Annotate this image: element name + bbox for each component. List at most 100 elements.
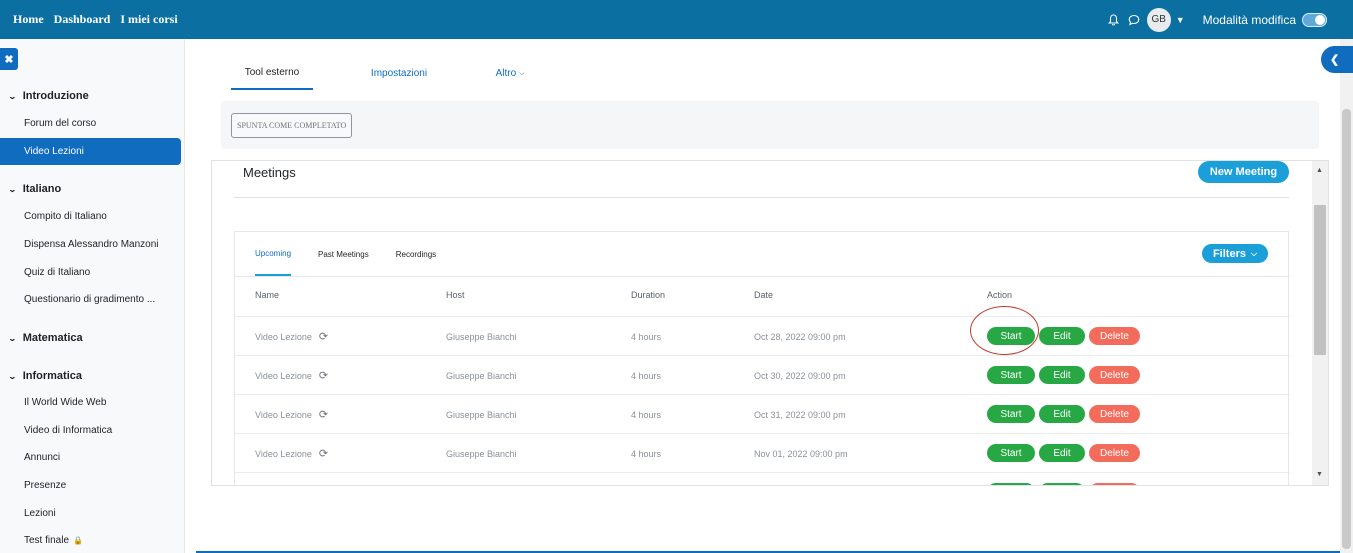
column-header-duration: Duration xyxy=(631,290,666,300)
meeting-host: Giuseppe Bianchi xyxy=(446,370,517,381)
course-index-drawer: ✖ ⌄ Introduzione Forum del corso Video Le… xyxy=(0,39,185,553)
section-title: Italiano xyxy=(22,183,62,195)
activity-completion-bar: SPUNTA COME COMPLETATO xyxy=(221,101,1319,149)
edit-button[interactable]: Edit xyxy=(1039,444,1085,462)
close-icon[interactable]: ✖ xyxy=(0,48,18,70)
sidebar-item-video-informatica[interactable]: Video di Informatica xyxy=(24,425,112,436)
tab-tool-esterno[interactable]: Tool esterno xyxy=(231,57,313,90)
filters-label: Filters xyxy=(1212,247,1246,260)
divider xyxy=(234,197,1289,198)
chevron-down-icon[interactable]: ▼ xyxy=(1176,15,1185,25)
tab-impostazioni[interactable]: Impostazioni xyxy=(313,57,485,90)
tab-upcoming[interactable]: Upcoming xyxy=(255,232,292,276)
section-matematica[interactable]: ⌄ Matematica xyxy=(7,332,83,344)
column-header-date: Date xyxy=(754,290,774,300)
filters-button[interactable]: Filters ⌵ xyxy=(1202,244,1268,263)
start-button[interactable]: Start xyxy=(987,366,1035,384)
edit-button[interactable] xyxy=(1039,483,1085,485)
sidebar-item-lezioni[interactable]: Lezioni xyxy=(24,508,56,519)
activity-tabs: Tool esterno Impostazioni Altro ⌵ xyxy=(231,57,535,90)
meeting-duration: 4 hours xyxy=(631,331,662,342)
sidebar-item-www[interactable]: Il World Wide Web xyxy=(24,397,106,408)
delete-button[interactable]: Delete xyxy=(1089,366,1140,384)
sidebar-item-annunci[interactable]: Annunci xyxy=(24,452,60,463)
meeting-name[interactable]: Video Lezione ⟳ xyxy=(255,317,328,356)
delete-button[interactable]: Delete xyxy=(1089,405,1140,423)
top-navbar: Home Dashboard I miei corsi GB ▼ Modalit… xyxy=(0,0,1353,39)
sidebar-item-label: Test finale xyxy=(24,535,70,546)
scroll-up-icon[interactable]: ▲ xyxy=(1316,167,1323,174)
meeting-name-text: Video Lezione xyxy=(255,409,312,420)
tab-past-meetings[interactable]: Past Meetings xyxy=(318,232,369,276)
meeting-date: Oct 28, 2022 09:00 pm xyxy=(754,331,846,342)
nav-home-link[interactable]: Home xyxy=(13,12,44,27)
scroll-down-icon[interactable]: ▼ xyxy=(1316,471,1323,478)
meeting-name[interactable]: Video Lezione ⟳ xyxy=(255,356,328,395)
sidebar-item-label: Video Lezioni xyxy=(24,146,84,157)
meeting-date: Oct 30, 2022 09:00 pm xyxy=(754,370,846,381)
sidebar-item-compito-italiano[interactable]: Compito di Italiano xyxy=(24,211,107,222)
column-header-action: Action xyxy=(987,290,1013,300)
start-button[interactable] xyxy=(987,483,1035,485)
meeting-host: Giuseppe Bianchi xyxy=(446,448,517,459)
sidebar-item-test-finale[interactable]: Test finale 🔒 xyxy=(24,535,83,546)
meetings-title: Meetings xyxy=(243,165,296,180)
sidebar-item-forum[interactable]: Forum del corso xyxy=(24,118,96,129)
meeting-name-text: Video Lezione xyxy=(255,331,312,342)
start-button[interactable]: Start xyxy=(987,444,1035,462)
sync-icon: ⟳ xyxy=(318,331,329,343)
page-scroll-thumb[interactable] xyxy=(1342,109,1351,549)
meeting-name[interactable]: Video Lezione ⟳ xyxy=(255,395,328,434)
edit-button[interactable]: Edit xyxy=(1039,366,1085,384)
page-scrollbar[interactable] xyxy=(1340,39,1353,553)
main-region: Tool esterno Impostazioni Altro ⌵ SPUNTA … xyxy=(186,39,1353,553)
sidebar-item-presenze[interactable]: Presenze xyxy=(24,480,66,491)
edit-button[interactable]: Edit xyxy=(1039,327,1085,345)
meeting-host: Giuseppe Bianchi xyxy=(446,409,517,420)
nav-dashboard-link[interactable]: Dashboard xyxy=(54,12,111,27)
section-introduzione[interactable]: ⌄ Introduzione xyxy=(7,90,89,102)
meeting-duration: 4 hours xyxy=(631,409,662,420)
delete-button[interactable] xyxy=(1089,483,1140,485)
meetings-scrollbar[interactable]: ▲ ▼ xyxy=(1312,161,1328,485)
avatar[interactable]: GB xyxy=(1146,7,1171,32)
sidebar-item-video-lezioni[interactable]: Video Lezioni xyxy=(0,138,181,165)
meeting-name-text: Video Lezione xyxy=(255,448,312,459)
lock-icon: 🔒 xyxy=(73,536,83,545)
chevron-down-icon: ⌄ xyxy=(7,333,17,343)
bell-icon[interactable] xyxy=(1107,13,1121,27)
table-row: Video Lezione ⟳ Giuseppe Bianchi 4 hours … xyxy=(235,316,1290,355)
chevron-down-icon: ⌵ xyxy=(519,69,525,77)
edit-button[interactable]: Edit xyxy=(1039,405,1085,423)
section-title: Informatica xyxy=(22,370,82,382)
meeting-duration: 4 hours xyxy=(631,370,662,381)
tab-altro[interactable]: Altro ⌵ xyxy=(485,57,535,90)
meetings-subtabs: Upcoming Past Meetings Recordings xyxy=(255,232,463,276)
primary-navigation: Home Dashboard I miei corsi xyxy=(0,12,178,27)
mark-complete-button[interactable]: SPUNTA COME COMPLETATO xyxy=(231,113,353,138)
delete-button[interactable]: Delete xyxy=(1089,444,1140,462)
tab-recordings[interactable]: Recordings xyxy=(396,232,436,276)
edit-mode-toggle[interactable] xyxy=(1302,12,1327,27)
sync-icon: ⟳ xyxy=(318,409,329,421)
meeting-date: Nov 01, 2022 09:00 pm xyxy=(754,448,848,459)
chevron-left-icon[interactable]: ❮ xyxy=(1321,46,1353,73)
meeting-name[interactable]: Video Lezione ⟳ xyxy=(255,434,328,473)
sidebar-item-dispensa-manzoni[interactable]: Dispensa Alessandro Manzoni xyxy=(24,239,159,250)
column-header-name: Name xyxy=(255,290,280,300)
sidebar-item-quiz-italiano[interactable]: Quiz di Italiano xyxy=(24,267,90,278)
chevron-down-icon: ⌄ xyxy=(7,184,17,194)
nav-my-courses-link[interactable]: I miei corsi xyxy=(120,12,177,27)
start-button[interactable]: Start xyxy=(987,405,1035,423)
delete-button[interactable]: Delete xyxy=(1089,327,1140,345)
edit-mode-label: Modalità modifica xyxy=(1202,12,1296,27)
scroll-thumb[interactable] xyxy=(1314,205,1326,355)
chevron-down-icon: ⌄ xyxy=(7,371,17,381)
meeting-host: Giuseppe Bianchi xyxy=(446,331,517,342)
sidebar-item-questionario[interactable]: Questionario di gradimento ... xyxy=(24,294,155,305)
section-informatica[interactable]: ⌄ Informatica xyxy=(7,370,82,382)
section-italiano[interactable]: ⌄ Italiano xyxy=(7,183,62,195)
chevron-down-icon: ⌄ xyxy=(7,91,17,101)
new-meeting-button[interactable]: New Meeting xyxy=(1198,161,1289,183)
chat-icon[interactable] xyxy=(1127,13,1141,27)
